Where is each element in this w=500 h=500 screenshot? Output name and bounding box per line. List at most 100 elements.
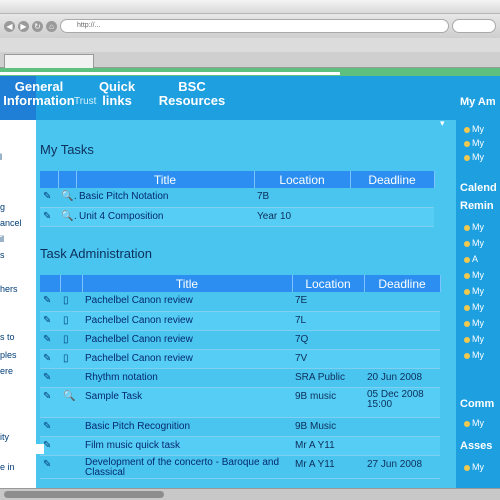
edit-icon[interactable]: ✎ bbox=[40, 387, 60, 418]
task-title-link[interactable]: Pachelbel Canon review bbox=[82, 349, 292, 369]
column-header-deadline[interactable]: Deadline bbox=[364, 275, 441, 292]
bullet-icon bbox=[464, 272, 470, 279]
left-fragment[interactable]: ancel bbox=[0, 218, 34, 228]
nav-bsc-resources[interactable]: BSC Resources bbox=[152, 80, 232, 108]
banner-divider bbox=[0, 72, 340, 75]
browser-search-field[interactable] bbox=[452, 19, 496, 33]
edit-icon[interactable]: ✎ bbox=[40, 349, 60, 369]
table-row[interactable]: ✎ ▯ Pachelbel Canon review 7Q bbox=[40, 330, 440, 350]
left-fragment[interactable]: hers bbox=[0, 284, 34, 294]
left-fragment[interactable]: s bbox=[0, 250, 34, 260]
right-link[interactable]: My bbox=[464, 318, 484, 328]
task-title-link[interactable]: Rhythm notation bbox=[82, 368, 292, 388]
edit-icon[interactable]: ✎ bbox=[40, 330, 60, 350]
task-deadline bbox=[350, 207, 434, 227]
column-header-location[interactable]: Location bbox=[254, 171, 351, 188]
table-row[interactable]: ✎ ▯ Pachelbel Canon review 7E bbox=[40, 292, 440, 312]
table-row[interactable]: ✎ Rhythm notation SRA Public 20 Jun 2008 bbox=[40, 368, 440, 388]
left-fragment[interactable]: ples bbox=[0, 350, 34, 360]
left-fragment[interactable]: ere bbox=[0, 366, 34, 376]
right-link[interactable]: My bbox=[464, 334, 484, 344]
left-fragment[interactable]: g bbox=[0, 202, 34, 212]
table-row[interactable]: ✎ 🔍 Sample Task 9B music 05 Dec 2008 15:… bbox=[40, 387, 440, 418]
view-icon[interactable]: 🔍 bbox=[58, 188, 76, 208]
right-link[interactable]: My bbox=[464, 286, 484, 296]
table-row[interactable]: ✎ ▯ Pachelbel Canon review 7V bbox=[40, 349, 440, 369]
view-icon[interactable]: 🔍 bbox=[58, 207, 76, 227]
nav-sub-label[interactable]: Trust bbox=[74, 96, 98, 107]
forward-icon[interactable]: ▶ bbox=[18, 20, 29, 32]
right-link[interactable]: My bbox=[464, 124, 484, 134]
table-header-row: Title Location Deadline bbox=[40, 171, 435, 188]
task-deadline bbox=[364, 292, 440, 312]
left-fragment[interactable]: l bbox=[0, 152, 34, 162]
table-row[interactable]: ✎ Development of the concerto - Baroque … bbox=[40, 455, 440, 479]
right-heading: Calend bbox=[460, 182, 497, 194]
address-bar[interactable]: http://... bbox=[60, 19, 449, 33]
task-title-link[interactable]: Sample Task bbox=[82, 387, 292, 418]
right-link[interactable]: My bbox=[464, 270, 484, 280]
bullet-icon bbox=[464, 464, 470, 471]
right-link[interactable]: My bbox=[464, 222, 484, 232]
task-title-link[interactable]: Unit 4 Composition bbox=[76, 207, 254, 227]
home-icon[interactable]: ⌂ bbox=[46, 20, 57, 32]
edit-icon[interactable]: ✎ bbox=[40, 455, 60, 479]
edit-icon[interactable]: ✎ bbox=[40, 368, 60, 388]
view-icon[interactable]: ▯ bbox=[60, 330, 82, 350]
right-link[interactable]: My bbox=[464, 238, 484, 248]
right-search-input[interactable] bbox=[20, 444, 44, 454]
collapse-icon[interactable]: ▾ bbox=[440, 118, 445, 129]
view-icon[interactable]: 🔍 bbox=[60, 387, 82, 418]
bullet-icon bbox=[464, 420, 470, 427]
view-icon[interactable]: ▯ bbox=[60, 349, 82, 369]
column-header-deadline[interactable]: Deadline bbox=[350, 171, 435, 188]
left-fragment[interactable]: e in bbox=[0, 462, 34, 472]
view-icon[interactable] bbox=[60, 368, 82, 388]
task-title-link[interactable]: Pachelbel Canon review bbox=[82, 292, 292, 312]
column-header-title[interactable]: Title bbox=[76, 171, 255, 188]
browser-tab[interactable] bbox=[4, 54, 94, 68]
edit-icon[interactable]: ✎ bbox=[40, 311, 60, 331]
reload-icon[interactable]: ↻ bbox=[32, 20, 43, 32]
task-title-link[interactable]: Basic Pitch Recognition bbox=[82, 417, 292, 437]
table-row[interactable]: ✎ 🔍 Unit 4 Composition Year 10 bbox=[40, 207, 434, 227]
left-fragment[interactable]: ity bbox=[0, 432, 34, 442]
view-icon[interactable] bbox=[60, 455, 82, 479]
task-title-link[interactable]: Basic Pitch Notation bbox=[76, 188, 254, 208]
table-row[interactable]: ✎ Basic Pitch Recognition 9B Music bbox=[40, 417, 440, 437]
back-icon[interactable]: ◀ bbox=[4, 20, 15, 32]
edit-icon[interactable]: ✎ bbox=[40, 188, 58, 208]
scrollbar-thumb[interactable] bbox=[4, 491, 164, 498]
view-icon[interactable] bbox=[60, 436, 82, 456]
edit-icon[interactable]: ✎ bbox=[40, 207, 58, 227]
column-header-location[interactable]: Location bbox=[292, 275, 365, 292]
view-icon[interactable]: ▯ bbox=[60, 311, 82, 331]
left-fragment[interactable]: il bbox=[0, 234, 34, 244]
view-icon[interactable]: ▯ bbox=[60, 292, 82, 312]
edit-icon[interactable]: ✎ bbox=[40, 292, 60, 312]
table-row[interactable]: ✎ Film music quick task Mr A Y11 bbox=[40, 436, 440, 456]
right-link[interactable]: A bbox=[464, 254, 478, 264]
right-link[interactable]: My bbox=[464, 138, 484, 148]
right-link[interactable]: My bbox=[464, 462, 484, 472]
view-icon[interactable] bbox=[60, 417, 82, 437]
nav-quick-links[interactable]: Quick links bbox=[92, 80, 142, 108]
bullet-icon bbox=[464, 320, 470, 327]
table-row[interactable]: ✎ ▯ Pachelbel Canon review 7L bbox=[40, 311, 440, 331]
task-title-link[interactable]: Development of the concerto - Baroque an… bbox=[82, 455, 292, 479]
task-title-link[interactable]: Film music quick task bbox=[82, 436, 292, 456]
column-header-title[interactable]: Title bbox=[82, 275, 293, 292]
task-deadline bbox=[364, 330, 440, 350]
bullet-icon bbox=[464, 336, 470, 343]
right-link[interactable]: My bbox=[464, 350, 484, 360]
left-fragment[interactable]: s to bbox=[0, 332, 34, 342]
table-row[interactable]: ✎ 🔍 Basic Pitch Notation 7B bbox=[40, 188, 434, 208]
horizontal-scrollbar[interactable] bbox=[0, 488, 500, 500]
right-link[interactable]: My bbox=[464, 418, 484, 428]
nav-general-information[interactable]: General Information bbox=[0, 80, 78, 108]
right-link[interactable]: My bbox=[464, 302, 484, 312]
edit-icon[interactable]: ✎ bbox=[40, 417, 60, 437]
right-link[interactable]: My bbox=[464, 152, 484, 162]
task-title-link[interactable]: Pachelbel Canon review bbox=[82, 311, 292, 331]
task-title-link[interactable]: Pachelbel Canon review bbox=[82, 330, 292, 350]
